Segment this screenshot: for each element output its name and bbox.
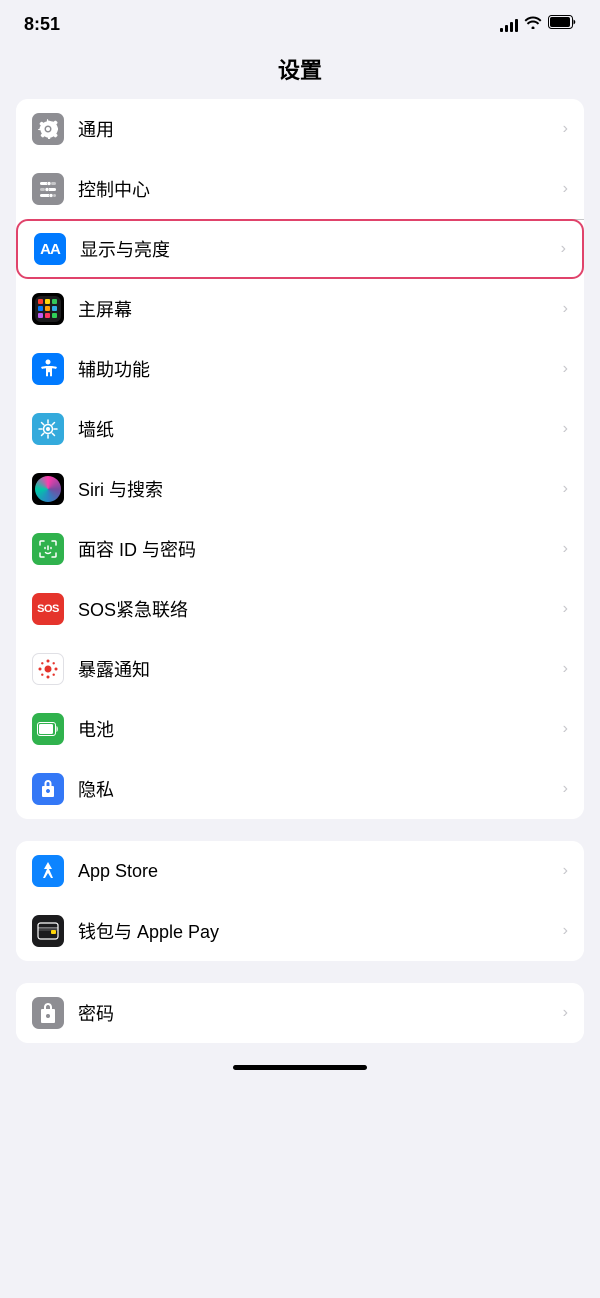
icon-display: AA	[34, 233, 66, 265]
home-indicator	[233, 1065, 367, 1070]
chevron-faceid: ›	[563, 540, 568, 558]
wifi-icon	[524, 15, 542, 34]
row-siri[interactable]: Siri 与搜索 ›	[16, 459, 584, 519]
icon-wallet	[32, 915, 64, 947]
icon-control-center	[32, 173, 64, 205]
icon-siri	[32, 473, 64, 505]
chevron-battery: ›	[563, 720, 568, 738]
icon-passwords	[32, 997, 64, 1029]
chevron-passwords: ›	[563, 1004, 568, 1022]
chevron-exposure: ›	[563, 660, 568, 678]
row-faceid[interactable]: 面容 ID 与密码 ›	[16, 519, 584, 579]
chevron-control-center: ›	[563, 180, 568, 198]
row-label-exposure: 暴露通知	[78, 656, 555, 682]
chevron-general: ›	[563, 120, 568, 138]
icon-wallpaper	[32, 413, 64, 445]
settings-section-2: App Store › 钱包与 Apple Pay ›	[16, 841, 584, 961]
chevron-accessibility: ›	[563, 360, 568, 378]
row-display[interactable]: AA 显示与亮度 ›	[16, 219, 584, 279]
row-label-control-center: 控制中心	[78, 176, 555, 202]
row-label-privacy: 隐私	[78, 776, 555, 802]
row-label-display: 显示与亮度	[80, 236, 553, 262]
row-control-center[interactable]: 控制中心 ›	[16, 159, 584, 219]
row-passwords[interactable]: 密码 ›	[16, 983, 584, 1043]
icon-homescreen	[32, 293, 64, 325]
row-general[interactable]: 通用 ›	[16, 99, 584, 159]
page-title: 设置	[278, 58, 322, 83]
chevron-wallpaper: ›	[563, 420, 568, 438]
row-exposure[interactable]: 暴露通知 ›	[16, 639, 584, 699]
icon-privacy	[32, 773, 64, 805]
chevron-wallet: ›	[563, 922, 568, 940]
status-icons	[500, 15, 576, 34]
row-label-battery: 电池	[78, 716, 555, 742]
page-title-bar: 设置	[0, 43, 600, 99]
row-accessibility[interactable]: 辅助功能 ›	[16, 339, 584, 399]
icon-accessibility	[32, 353, 64, 385]
row-label-homescreen: 主屏幕	[78, 296, 555, 322]
icon-sos: SOS	[32, 593, 64, 625]
row-label-passwords: 密码	[78, 1000, 555, 1026]
chevron-display: ›	[561, 240, 566, 258]
chevron-homescreen: ›	[563, 300, 568, 318]
row-label-sos: SOS紧急联络	[78, 596, 555, 622]
settings-section-1: 通用 › 控制中心 › AA 显示与亮度 ›	[16, 99, 584, 819]
row-appstore[interactable]: App Store ›	[16, 841, 584, 901]
row-label-appstore: App Store	[78, 861, 555, 882]
status-time: 8:51	[24, 14, 60, 35]
row-wallet[interactable]: 钱包与 Apple Pay ›	[16, 901, 584, 961]
chevron-sos: ›	[563, 600, 568, 618]
row-wallpaper[interactable]: 墙纸 ›	[16, 399, 584, 459]
row-privacy[interactable]: 隐私 ›	[16, 759, 584, 819]
settings-section-3: 密码 ›	[16, 983, 584, 1043]
row-label-wallet: 钱包与 Apple Pay	[78, 918, 555, 944]
status-bar: 8:51	[0, 0, 600, 43]
row-battery[interactable]: 电池 ›	[16, 699, 584, 759]
row-label-accessibility: 辅助功能	[78, 356, 555, 382]
row-label-general: 通用	[78, 116, 555, 142]
row-label-wallpaper: 墙纸	[78, 416, 555, 442]
icon-general	[32, 113, 64, 145]
icon-battery	[32, 713, 64, 745]
row-label-siri: Siri 与搜索	[78, 476, 555, 502]
chevron-siri: ›	[563, 480, 568, 498]
signal-icon	[500, 18, 518, 32]
icon-exposure	[32, 653, 64, 685]
chevron-privacy: ›	[563, 780, 568, 798]
battery-icon	[548, 15, 576, 34]
chevron-appstore: ›	[563, 862, 568, 880]
row-label-faceid: 面容 ID 与密码	[78, 536, 555, 562]
row-sos[interactable]: SOS SOS紧急联络 ›	[16, 579, 584, 639]
icon-appstore	[32, 855, 64, 887]
row-homescreen[interactable]: 主屏幕 ›	[16, 279, 584, 339]
icon-faceid	[32, 533, 64, 565]
